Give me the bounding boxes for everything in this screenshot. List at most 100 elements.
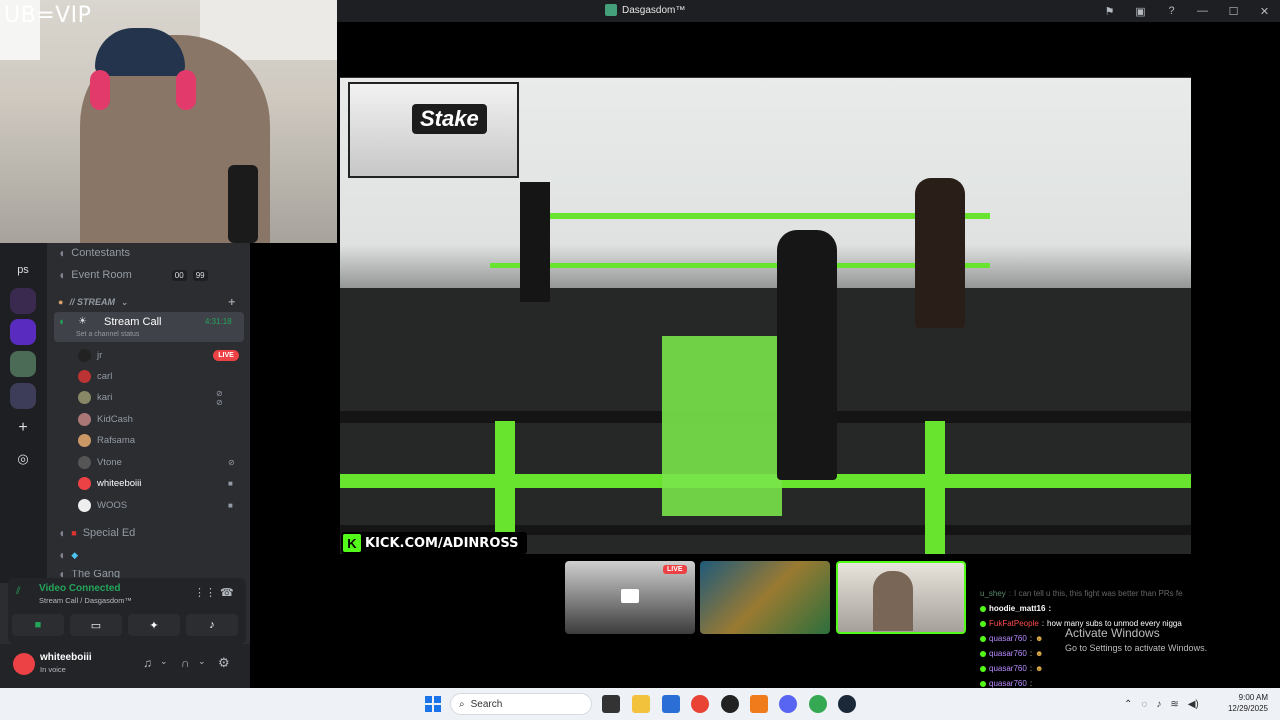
close-button[interactable]: ✕ xyxy=(1249,0,1280,22)
book-emoji-icon: ■ xyxy=(71,528,77,538)
camera-button[interactable]: ■ xyxy=(12,614,64,636)
user-limit: 99 xyxy=(192,269,208,281)
headphone-right xyxy=(176,70,196,110)
system-tray: ⌃ ◌ ♪ ≋ ◀) xyxy=(1124,688,1199,720)
disconnect-icon[interactable]: ☎ xyxy=(220,586,234,599)
soundboard-button[interactable]: ♪ xyxy=(186,614,238,636)
microphone-icon[interactable]: ♫ xyxy=(143,656,152,670)
diamond-emoji-icon: ◆ xyxy=(71,549,79,560)
help-icon[interactable]: ? xyxy=(1156,0,1187,22)
channel-event-room[interactable]: ◖ContestantsEvent Room 00 99 xyxy=(58,268,208,282)
activities-button[interactable]: ✦ xyxy=(128,614,180,636)
voice-user-carl[interactable]: carl xyxy=(78,370,112,383)
voice-connection-panel: ⫽ Video Connected Stream Call / Dasgasdo… xyxy=(8,578,246,644)
voice-user-vtone[interactable]: Vtone ⊘ xyxy=(78,456,235,469)
channel-status[interactable]: Set a channel status xyxy=(76,331,139,338)
picture-in-picture[interactable]: Stake xyxy=(348,82,519,178)
server-icon-2[interactable] xyxy=(10,319,36,345)
user-status: In voice xyxy=(40,665,66,674)
avatar xyxy=(78,477,91,490)
inbox-icon[interactable]: ⚑ xyxy=(1094,0,1125,22)
noise-suppression-icon[interactable]: ⋮⋮ xyxy=(194,586,216,599)
stream-thumbnail-game[interactable] xyxy=(700,561,830,634)
discover-icon[interactable]: ◎ xyxy=(10,446,36,472)
emote-icon: ☻ xyxy=(1035,649,1044,658)
streamer-figure xyxy=(873,571,913,631)
voice-user-rafsama[interactable]: Rafsama xyxy=(78,434,135,447)
voice-user-kari[interactable]: kari ⊘ ⊘ xyxy=(78,389,223,407)
chrome-profile-icon[interactable] xyxy=(809,695,827,713)
webcam-overlay-text: UB=VIP xyxy=(4,3,92,28)
screen-share-icon[interactable]: ▣ xyxy=(1125,0,1156,22)
file-explorer-icon[interactable] xyxy=(632,695,650,713)
chat-message: quasar760: ☻ xyxy=(980,649,1043,658)
chevron-down-icon[interactable]: ⌄ xyxy=(160,656,168,667)
task-view-icon[interactable] xyxy=(602,695,620,713)
server-icon-3[interactable] xyxy=(10,351,36,377)
maximize-button[interactable]: ☐ xyxy=(1218,0,1249,22)
app-icon[interactable] xyxy=(721,695,739,713)
gear-icon[interactable]: ⚙ xyxy=(218,655,230,671)
ring-post-right xyxy=(925,421,945,554)
category-stream[interactable]: ●// STREAM ⌄ + xyxy=(58,295,235,309)
voice-channel-icon: ◖ xyxy=(58,246,66,260)
server-icon-1[interactable] xyxy=(10,288,36,314)
username: whiteeboiii xyxy=(40,652,92,663)
microphone-icon[interactable]: ♪ xyxy=(1156,699,1161,710)
chat-message: u_shey: I can tell u this, this fight was… xyxy=(980,589,1183,598)
emote-icon: ☻ xyxy=(1035,664,1044,673)
microphone xyxy=(228,165,258,243)
video-icon: ■ xyxy=(228,479,233,488)
voice-user-jr[interactable]: jr xyxy=(78,349,102,362)
channel-the-gang[interactable]: ◖ The Gang xyxy=(58,570,120,578)
app-icon-2[interactable] xyxy=(750,695,768,713)
avatar xyxy=(78,499,91,512)
fighter xyxy=(915,178,965,328)
add-server-icon[interactable]: + xyxy=(10,415,36,441)
wifi-icon[interactable]: ≋ xyxy=(1170,699,1178,710)
chevron-down-icon: ⌄ xyxy=(120,297,128,307)
voice-channel-icon: ◖ xyxy=(58,268,66,282)
voice-user-kidcash[interactable]: KidCash xyxy=(78,413,133,426)
avatar xyxy=(78,370,91,383)
muted-icon: ⊘ xyxy=(228,458,235,467)
rail-label[interactable]: ps xyxy=(10,257,36,283)
user-count: 00 xyxy=(171,269,187,281)
channel-special-ed[interactable]: ◖ ■ Special Ed xyxy=(58,526,135,540)
screen-share-button[interactable]: ▭ xyxy=(70,614,122,636)
volume-icon[interactable]: ◀) xyxy=(1188,699,1199,710)
chevron-down-icon[interactable]: ⌄ xyxy=(198,656,206,667)
badge-icon xyxy=(980,650,986,657)
discord-icon[interactable] xyxy=(779,695,797,713)
channel-stream-call[interactable]: ◖ ☀ Stream Call 4:31:18 Set a channel st… xyxy=(54,312,244,342)
avatar xyxy=(78,434,91,447)
voice-channel-icon: ◖ xyxy=(58,526,66,540)
minimize-button[interactable]: — xyxy=(1187,0,1218,22)
add-channel-icon[interactable]: + xyxy=(228,295,235,309)
window-title: Dasgasdom™ xyxy=(605,4,685,16)
stream-thumbnail-ring[interactable]: LIVE xyxy=(565,561,695,634)
network-icon[interactable]: ◌ xyxy=(1141,699,1147,710)
start-button[interactable] xyxy=(425,696,441,712)
voice-user-woos[interactable]: WOOS ■ xyxy=(78,499,233,512)
voice-user-whiteeboiii[interactable]: whiteeboiii ■ xyxy=(78,477,233,490)
titlebar-controls: ⚑ ▣ ? — ☐ ✕ xyxy=(1094,0,1280,22)
store-icon[interactable] xyxy=(662,695,680,713)
voice-channel-link[interactable]: Stream Call / Dasgasdom™ xyxy=(39,596,132,605)
steam-icon[interactable] xyxy=(838,695,856,713)
chevron-up-icon[interactable]: ⌃ xyxy=(1124,699,1132,710)
avatar xyxy=(78,456,91,469)
avatar xyxy=(78,391,91,404)
taskbar-search[interactable]: ⌕ Search xyxy=(450,693,592,715)
badge-icon xyxy=(980,680,986,687)
avatar[interactable] xyxy=(13,653,35,675)
chrome-icon[interactable] xyxy=(691,695,709,713)
headphones-icon[interactable]: ∩ xyxy=(181,656,190,670)
stream-thumbnail-webcam[interactable] xyxy=(836,561,966,634)
channel-diamond[interactable]: ◖ ◆ xyxy=(58,548,78,562)
server-icon-4[interactable] xyxy=(10,383,36,409)
channel-contestants[interactable]: ◖ Contestants xyxy=(58,246,130,260)
taskbar-clock[interactable]: 9:00 AM 12/29/2025 xyxy=(1220,692,1268,714)
server-rail: ps + ◎ xyxy=(0,243,47,583)
search-icon: ⌕ xyxy=(459,698,465,710)
